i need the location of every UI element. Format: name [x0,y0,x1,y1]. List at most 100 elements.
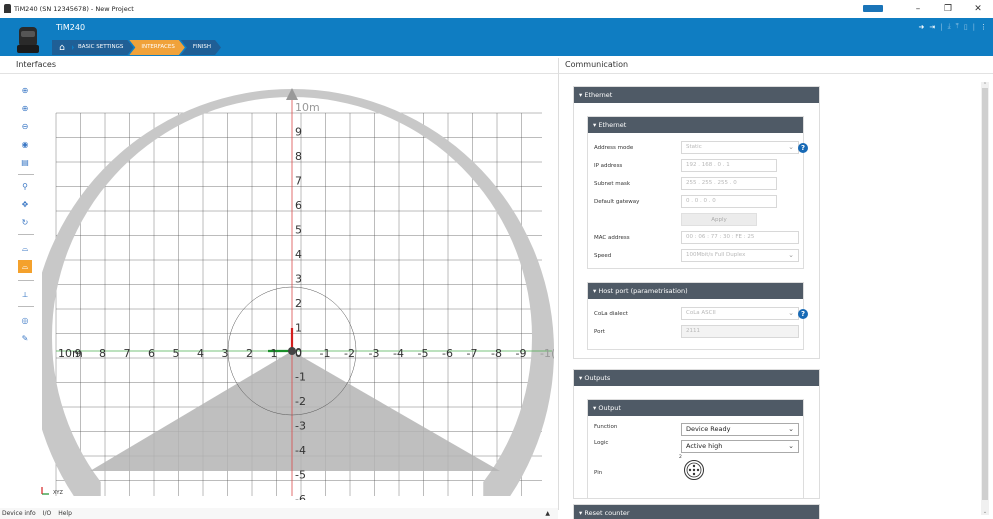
ethernet-section-header[interactable]: ▾ Ethernet [574,87,819,103]
x-tick-label: 5 [173,347,180,360]
view-icon[interactable]: ◉ [18,138,32,151]
output-sub-header[interactable]: ▾ Output [588,400,803,416]
y-tick-label: -5 [295,469,306,482]
help-icon[interactable]: ? [798,309,808,319]
home-icon[interactable]: ⌂ [52,40,72,55]
y-tick-label: 8 [295,150,302,163]
device-info-link[interactable]: Device info [2,510,36,517]
zoom-out-icon[interactable]: ⊖ [18,120,32,133]
y-tick-label: 1 [295,322,302,335]
app-icon [4,4,11,13]
address-mode-select[interactable]: Static ⌄ [681,141,799,154]
toolbar-divider [18,174,34,175]
close-button[interactable]: ✕ [963,0,993,18]
zoom-icon[interactable]: ⚲ [18,180,32,193]
rotate-icon[interactable]: ↻ [18,216,32,229]
ethernet-section: ▾ Ethernet ▾ Ethernet Address mode Stati… [573,86,820,359]
connector-pin-icon [684,460,704,480]
save-icon[interactable]: ▯ [964,23,968,31]
x-tick-label: -1( [540,347,554,360]
field-edit-icon[interactable]: ⌓ [18,260,32,273]
crumb-interfaces[interactable]: INTERFACES [129,40,185,55]
x-tick-label: 4 [197,347,204,360]
outputs-section: ▾ Outputs ▾ Output Function Device Ready… [573,369,820,499]
header-toolbar: ➜ ⇥ | ⤓ ⤒ ▯ | ⋮ [918,22,987,31]
io-link[interactable]: I/O [43,510,52,517]
speed-select[interactable]: 100Mbit/s Full Duplex ⌄ [681,249,799,262]
reset-counter-header[interactable]: ▾ Reset counter [574,505,819,519]
pan-icon[interactable]: ✥ [18,198,32,211]
three-d-icon[interactable]: ▤ [18,156,32,169]
port-field[interactable]: 2111 [681,325,799,338]
x-tick-label: -3 [369,347,380,360]
scrollbar-thumb[interactable] [982,88,988,500]
subnet-field[interactable]: 255 . 255 . 255 . 0 [681,177,777,190]
y-tick-label: 10m [295,101,320,114]
logic-select[interactable]: Active high ⌄ [681,440,799,453]
visibility-icon[interactable]: ◎ [18,314,32,327]
y-tick-label: -4 [295,444,306,457]
y-tick-label: 2 [295,297,302,310]
function-select[interactable]: Device Ready ⌄ [681,423,799,436]
pin-number: 2 [679,455,682,460]
y-tick-label: -6 [295,493,306,500]
zoom-in-icon[interactable]: ⊕ [18,84,32,97]
zoom-in-fine-icon[interactable]: ⊕ [18,102,32,115]
x-tick-label: -4 [393,347,404,360]
scroll-down-icon[interactable]: ⌄ [981,509,989,515]
field-icon[interactable]: ⌓ [18,242,32,255]
interfaces-title: Interfaces [16,60,56,69]
help-link[interactable]: Help [58,510,72,517]
taskbar-pill [863,5,883,12]
x-tick-label: -2 [344,347,355,360]
x-tick-label: -1 [320,347,331,360]
outputs-section-header[interactable]: ▾ Outputs [574,370,819,386]
port-label: Port [594,329,605,335]
toolbar-divider [18,234,34,235]
ip-address-field[interactable]: 192 . 168 . 0 . 1 [681,159,777,172]
wrench-icon[interactable]: ✎ [18,332,32,345]
crumb-finish[interactable]: FINISH [181,40,221,55]
chevron-down-icon: ⌄ [788,309,794,317]
y-tick-label: 3 [295,273,302,286]
hostport-sub-header[interactable]: ▾ Host port (parametrisation) [588,283,803,299]
login-icon[interactable]: ➜ [918,23,924,31]
cola-select[interactable]: CoLa ASCII ⌄ [681,307,799,320]
function-label: Function [594,424,618,430]
speed-label: Speed [594,253,612,259]
ethernet-sub-header[interactable]: ▾ Ethernet [588,117,803,133]
communication-panel: ▾ Ethernet ▾ Ethernet Address mode Stati… [560,76,978,519]
mac-address-field: 00 : 06 : 77 : 30 : FE : 25 [681,231,799,244]
logic-label: Logic [594,440,609,446]
crumb-basic-settings[interactable]: BASIC SETTINGS [68,40,133,55]
chevron-up-icon[interactable]: ▲ [545,510,550,517]
gateway-label: Default gateway [594,199,640,205]
x-tick-label: 0 [295,347,302,360]
minimize-button[interactable]: – [903,0,933,18]
menu-icon[interactable]: ⋮ [980,23,987,31]
x-tick-label: -8 [491,347,502,360]
y-tick-label: -3 [295,420,306,433]
x-tick-label: 8 [99,347,106,360]
chevron-down-icon: ⌄ [788,251,794,259]
apply-button[interactable]: Apply [681,213,757,226]
toolbar-divider [18,280,34,281]
toolbar-divider [18,306,34,307]
chevron-down-icon: ⌄ [788,425,794,433]
x-tick-label: 7 [124,347,131,360]
help-icon[interactable]: ? [798,143,808,153]
chevron-down-icon: ⌄ [788,442,794,450]
address-mode-label: Address mode [594,145,634,151]
communication-title: Communication [565,60,629,69]
y-tick-label: 9 [295,126,302,139]
gateway-field[interactable]: 0 . 0 . 0 . 0 [681,195,777,208]
upload-icon[interactable]: ⤒ [956,22,959,31]
scrollbar[interactable]: ⌃ ⌄ [981,82,989,515]
x-tick-label: -5 [418,347,429,360]
logout-icon[interactable]: ⇥ [929,23,935,31]
scan-field-view[interactable]: 10m9876543210-1-2-3-4-5-6 10m9 8 7 6 5 4 3 2 1 0-… [42,76,554,500]
measure-icon[interactable]: ⟂ [18,288,32,301]
download-icon[interactable]: ⤓ [948,22,951,31]
hostport-subsection: ▾ Host port (parametrisation) CoLa diale… [587,282,808,350]
maximize-button[interactable]: ❐ [933,0,963,18]
